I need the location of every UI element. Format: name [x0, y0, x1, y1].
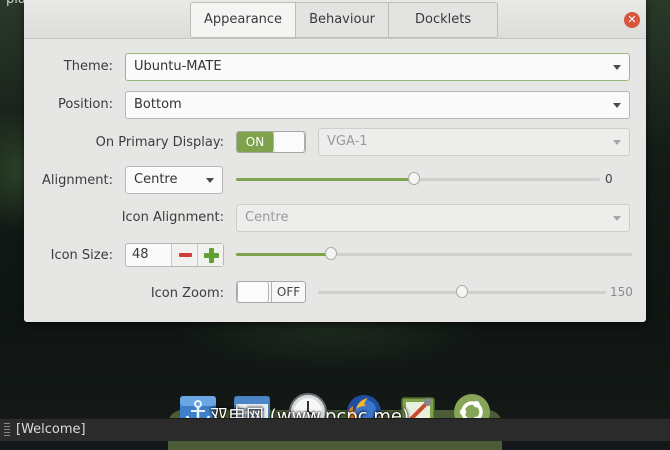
display-value: VGA-1	[327, 134, 368, 149]
icon-size-label: Icon Size:	[50, 248, 113, 263]
primary-display-toggle[interactable]: ON	[236, 131, 306, 153]
icon-zoom-slider	[318, 284, 606, 300]
icon-zoom-toggle[interactable]: OFF	[236, 281, 306, 303]
tab-appearance[interactable]: Appearance	[191, 3, 297, 37]
tab-behaviour[interactable]: Behaviour	[296, 3, 390, 37]
toggle-off-label: OFF	[271, 282, 305, 302]
position-value: Bottom	[134, 97, 182, 112]
alignment-value: Centre	[134, 172, 178, 187]
icon-size-value[interactable]: 48	[126, 244, 171, 266]
icon-alignment-label: Icon Alignment:	[121, 210, 224, 225]
theme-label: Theme:	[63, 59, 113, 74]
taskbar-item-label: [Welcome]	[16, 422, 86, 437]
theme-value: Ubuntu-MATE	[134, 59, 222, 74]
toggle-on-label: ON	[237, 132, 273, 152]
icon-zoom-value: 150	[610, 285, 633, 299]
primary-display-label: On Primary Display:	[95, 135, 224, 150]
slider-thumb[interactable]	[408, 172, 421, 185]
slider-fill	[236, 178, 415, 181]
taskbar-item-welcome[interactable]: [Welcome]	[0, 419, 86, 441]
alignment-combo[interactable]: Centre	[125, 166, 223, 194]
minus-icon	[178, 253, 192, 257]
position-combo[interactable]: Bottom	[125, 91, 630, 119]
icon-size-stepper[interactable]: 48	[125, 243, 224, 267]
chevron-down-icon	[613, 65, 621, 70]
display-combo: VGA-1	[318, 128, 630, 156]
bottom-panel: [Welcome]	[0, 418, 670, 441]
decrease-button[interactable]	[170, 244, 197, 266]
plus-icon	[203, 248, 219, 263]
slider-fill	[236, 253, 332, 256]
icon-alignment-value: Centre	[245, 210, 289, 225]
close-icon[interactable]: ✕	[624, 12, 640, 28]
chevron-down-icon	[613, 140, 621, 145]
icon-alignment-combo: Centre	[236, 204, 630, 232]
chevron-down-icon	[206, 178, 214, 183]
chevron-down-icon	[613, 216, 621, 221]
toggle-knob	[273, 132, 305, 152]
tab-bar: Appearance Behaviour Docklets	[190, 2, 499, 38]
slider-thumb[interactable]	[325, 247, 338, 260]
increase-button[interactable]	[196, 244, 223, 266]
titlebar: Appearance Behaviour Docklets ✕	[24, 0, 646, 39]
chevron-down-icon	[613, 103, 621, 108]
tab-docklets[interactable]: Docklets	[389, 3, 497, 37]
icon-size-slider[interactable]	[236, 246, 632, 262]
panel-handle-icon	[4, 422, 10, 437]
alignment-label: Alignment:	[42, 173, 113, 188]
toggle-knob	[237, 282, 269, 302]
theme-combo[interactable]: Ubuntu-MATE	[125, 53, 630, 81]
offset-value: 0	[605, 172, 613, 186]
offset-slider[interactable]	[236, 171, 600, 187]
position-label: Position:	[58, 97, 113, 112]
icon-zoom-label: Icon Zoom:	[150, 286, 224, 301]
preferences-dialog: Appearance Behaviour Docklets ✕ Theme: U…	[24, 0, 646, 322]
slider-thumb	[456, 285, 468, 298]
